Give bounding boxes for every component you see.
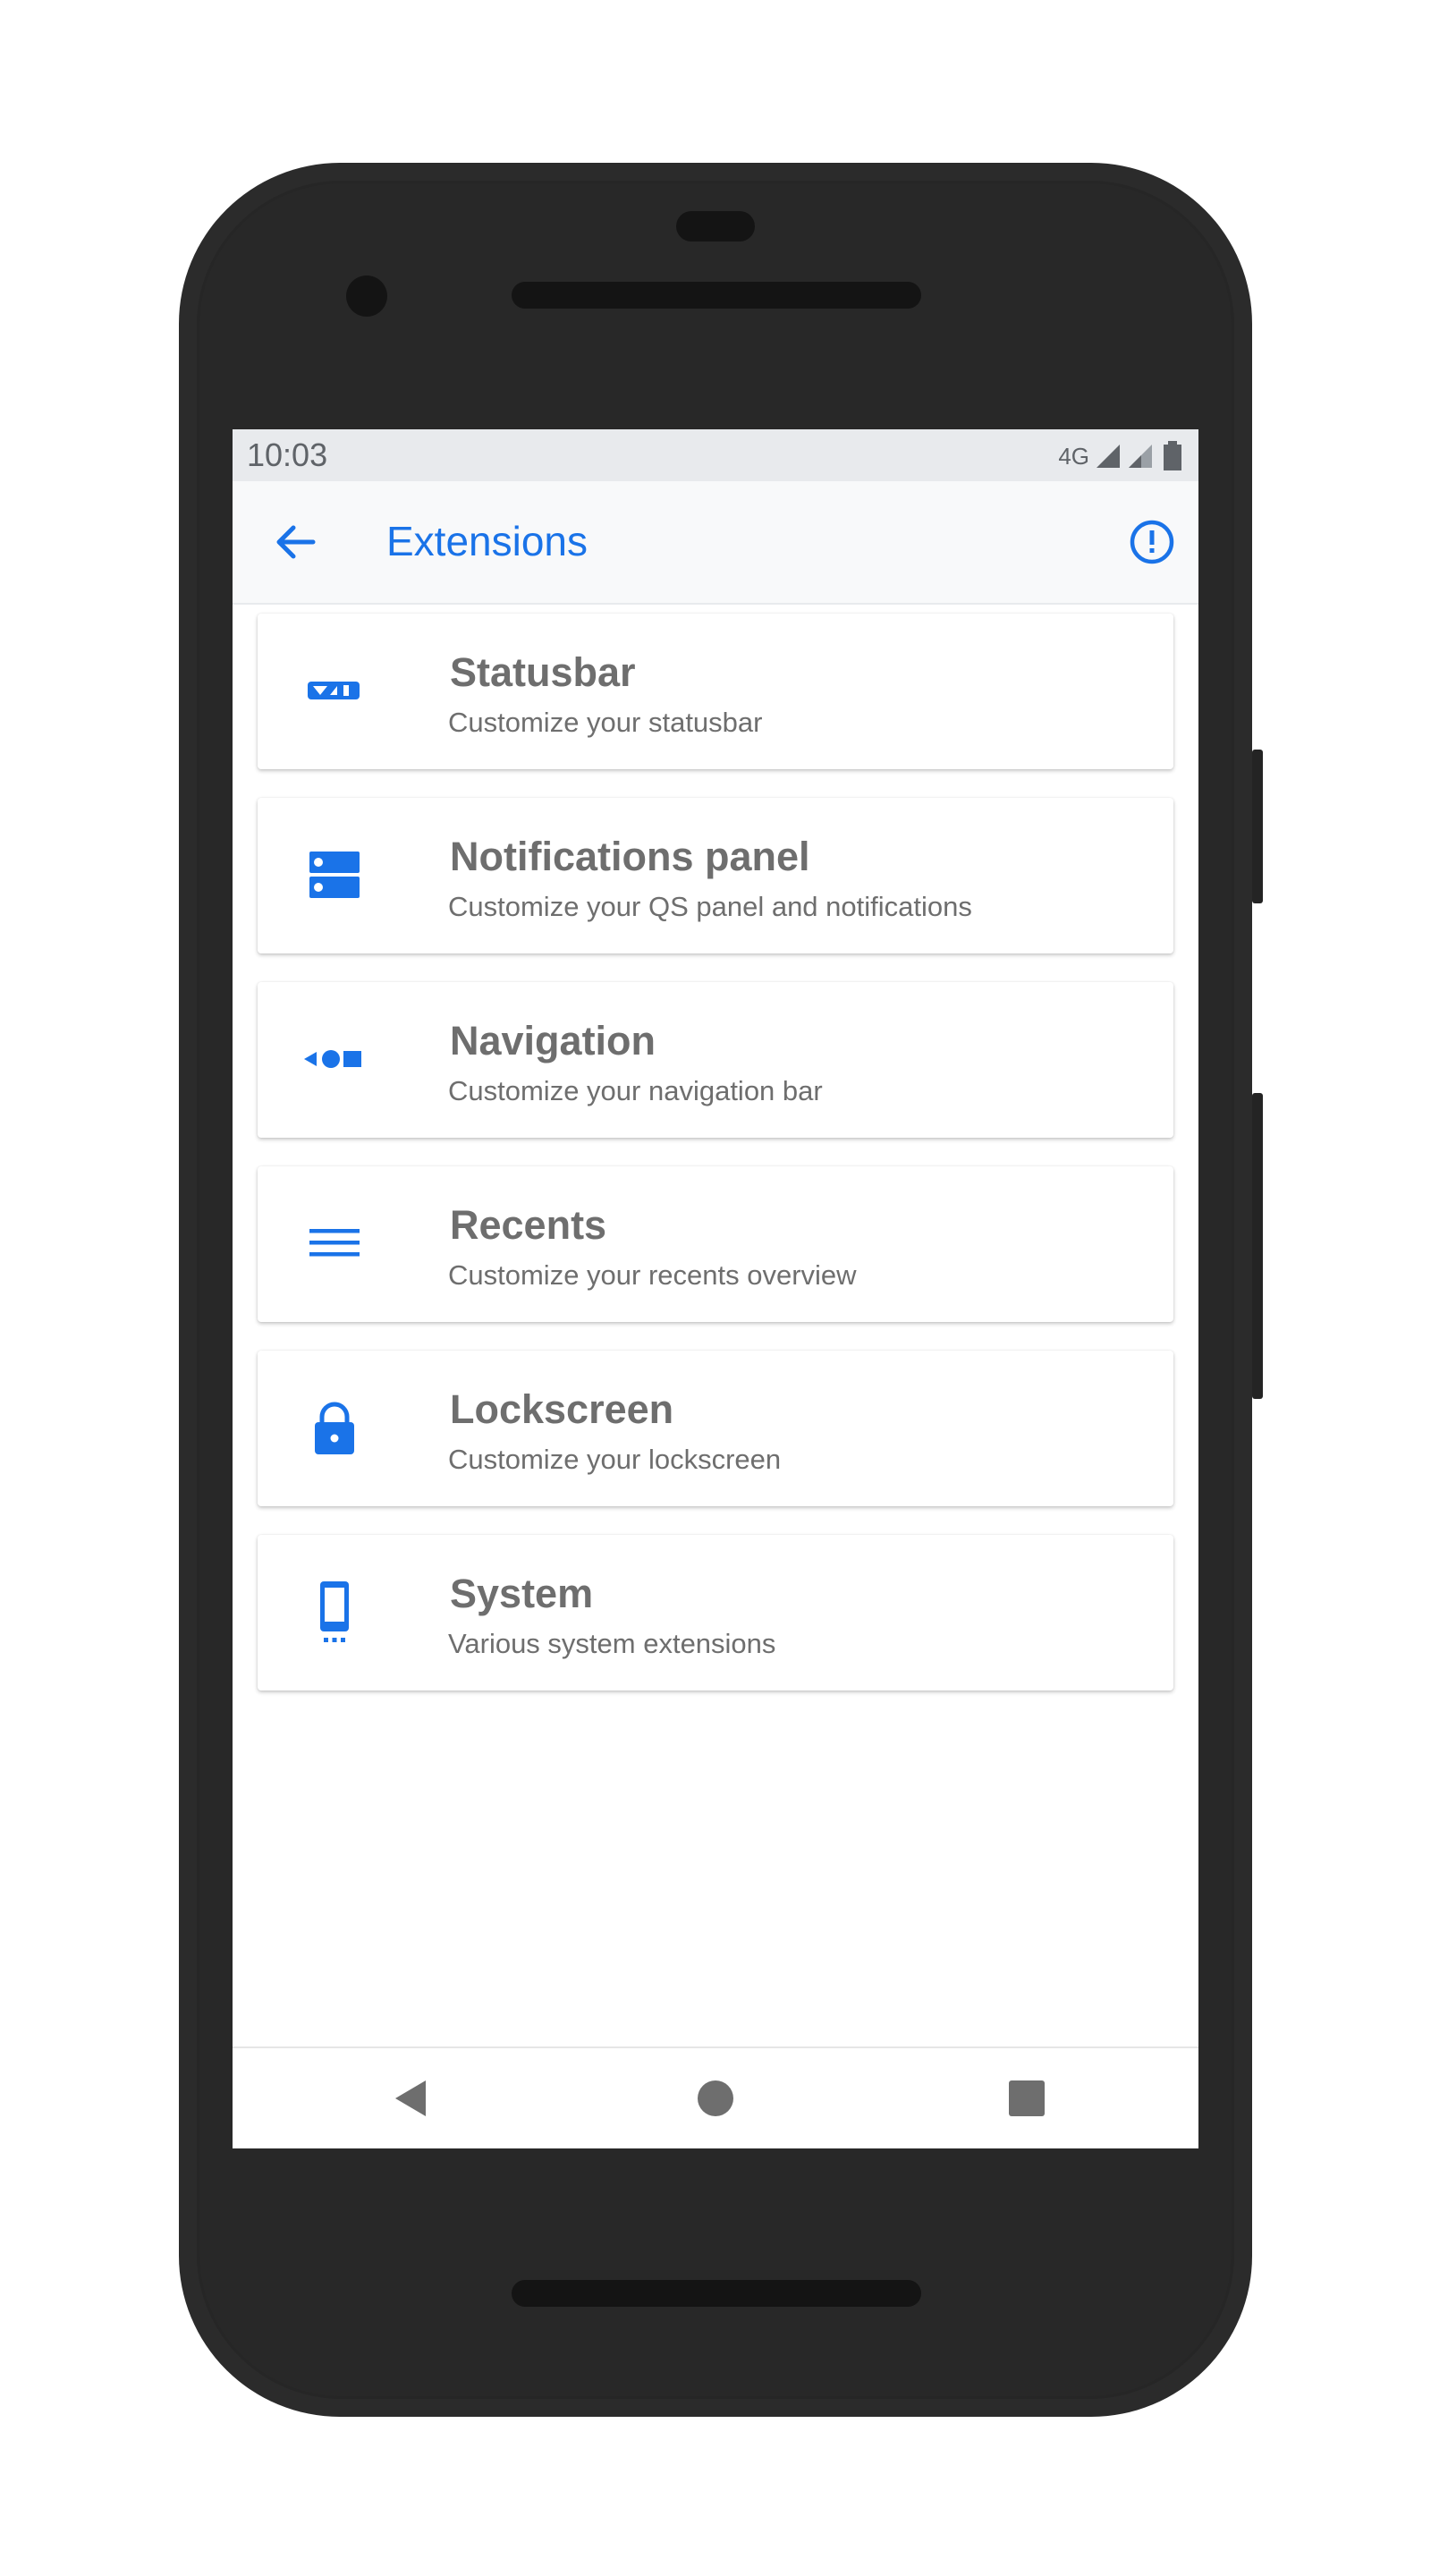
card-title: Navigation [450,1018,656,1063]
power-button [1252,750,1263,903]
extension-card-notifications[interactable]: Notifications panel Customize your QS pa… [258,798,1173,953]
nav-recents-icon[interactable] [1000,2072,1054,2125]
signal-icon [1097,445,1120,468]
status-time: 10:03 [247,436,328,473]
signal-secondary-icon [1129,445,1152,468]
navigation-icon [301,1027,365,1091]
extension-card-statusbar[interactable]: Statusbar Customize your statusbar [258,614,1173,769]
card-subtitle: Customize your recents overview [448,1259,857,1291]
sensor [676,211,755,242]
page-title: Extensions [386,518,588,564]
nav-back-icon[interactable] [385,2072,438,2125]
app-toolbar: Extensions [233,481,1198,605]
card-title: System [450,1571,594,1616]
earpiece-speaker [512,282,921,309]
system-nav-bar [233,2046,1198,2148]
volume-button [1252,1093,1263,1399]
card-title: Lockscreen [450,1386,674,1432]
arrow-back-icon[interactable] [268,515,322,569]
card-subtitle: Various system extensions [448,1628,776,1659]
status-indicators: 4G [1058,438,1182,474]
card-subtitle: Customize your lockscreen [448,1444,782,1475]
recents-icon [301,1211,365,1275]
card-title: Recents [450,1202,607,1248]
nav-home-icon[interactable] [689,2072,742,2125]
front-camera [346,275,387,317]
battery-icon [1164,441,1181,470]
status-bar: 10:03 4G [233,429,1198,481]
card-subtitle: Customize your navigation bar [448,1075,823,1106]
phone-icon [301,1580,365,1644]
card-title: Notifications panel [450,834,810,879]
extension-card-system[interactable]: System Various system extensions [258,1535,1173,1690]
network-type: 4G [1058,442,1089,470]
card-subtitle: Customize your statusbar [448,707,763,738]
bottom-speaker [512,2280,921,2307]
statusbar-icon [301,658,365,723]
notifications-panel-icon [301,843,365,907]
screen: 10:03 4G Extensions Statusbar Customize … [233,429,1198,2148]
lock-icon [301,1395,365,1460]
card-subtitle: Customize your QS panel and notification… [448,891,972,922]
info-outline-icon[interactable] [1125,515,1179,569]
device-frame: 10:03 4G Extensions Statusbar Customize … [0,0,1431,2576]
extension-card-navigation[interactable]: Navigation Customize your navigation bar [258,982,1173,1138]
extension-card-recents[interactable]: Recents Customize your recents overview [258,1166,1173,1322]
extension-card-lockscreen[interactable]: Lockscreen Customize your lockscreen [258,1351,1173,1506]
card-title: Statusbar [450,649,636,695]
